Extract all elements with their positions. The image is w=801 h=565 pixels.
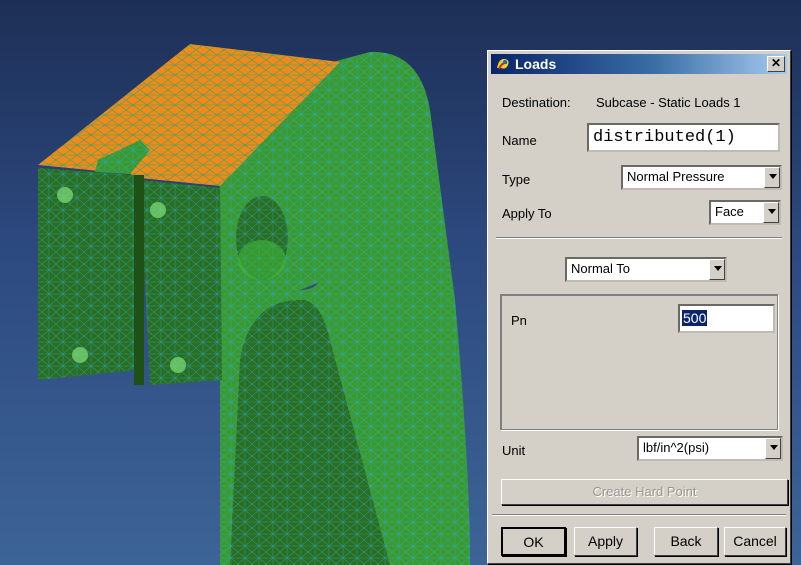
- apply-to-label: Apply To: [502, 206, 552, 221]
- close-icon[interactable]: ✕: [767, 56, 785, 72]
- chevron-down-icon[interactable]: [765, 438, 781, 459]
- apply-button[interactable]: Apply: [574, 527, 637, 556]
- front-slot-wall: [134, 175, 144, 385]
- type-select[interactable]: Normal Pressure: [621, 165, 782, 190]
- divider: [492, 514, 786, 516]
- unit-select[interactable]: lbf/in^2(psi): [637, 436, 783, 461]
- ok-button[interactable]: OK: [501, 527, 566, 556]
- unit-select-value: lbf/in^2(psi): [643, 440, 710, 455]
- apply-to-select-value: Face: [715, 204, 744, 219]
- pn-input[interactable]: 500: [678, 304, 775, 333]
- cancel-button[interactable]: Cancel: [724, 527, 786, 556]
- type-select-value: Normal Pressure: [627, 169, 725, 184]
- destination-value: Subcase - Static Loads 1: [596, 95, 741, 110]
- direction-select[interactable]: Normal To: [565, 257, 727, 282]
- name-field[interactable]: distributed(1): [587, 123, 780, 152]
- dialog-title: Loads: [515, 56, 557, 72]
- name-field-value: distributed(1): [593, 128, 736, 147]
- bolt-hole-marker: [57, 187, 73, 203]
- direction-select-value: Normal To: [571, 261, 631, 276]
- load-values-panel: Pn 500: [500, 294, 778, 430]
- through-hole-bottom: [238, 240, 286, 280]
- divider: [496, 237, 782, 239]
- unit-label: Unit: [502, 443, 526, 458]
- chevron-down-icon[interactable]: [763, 202, 779, 223]
- bolt-hole-marker: [170, 357, 186, 373]
- type-label: Type: [502, 172, 531, 187]
- bolt-hole-marker: [72, 347, 88, 363]
- bolt-hole-marker: [150, 202, 166, 218]
- pn-label: Pn: [511, 313, 527, 328]
- destination-label: Destination:: [502, 95, 571, 110]
- chevron-down-icon[interactable]: [764, 167, 780, 188]
- part-front-face: [38, 168, 135, 380]
- pn-input-value: 500: [682, 310, 708, 326]
- loads-dialog: Loads ✕ Destination: Subcase - Static Lo…: [487, 50, 791, 564]
- app-logo-icon: [497, 58, 509, 70]
- create-hard-point-button[interactable]: Create Hard Point: [501, 479, 788, 505]
- back-button[interactable]: Back: [654, 527, 718, 556]
- chevron-down-icon[interactable]: [709, 259, 725, 280]
- name-label: Name: [502, 133, 537, 148]
- dialog-titlebar[interactable]: Loads ✕: [491, 54, 787, 74]
- apply-to-select[interactable]: Face: [709, 200, 781, 225]
